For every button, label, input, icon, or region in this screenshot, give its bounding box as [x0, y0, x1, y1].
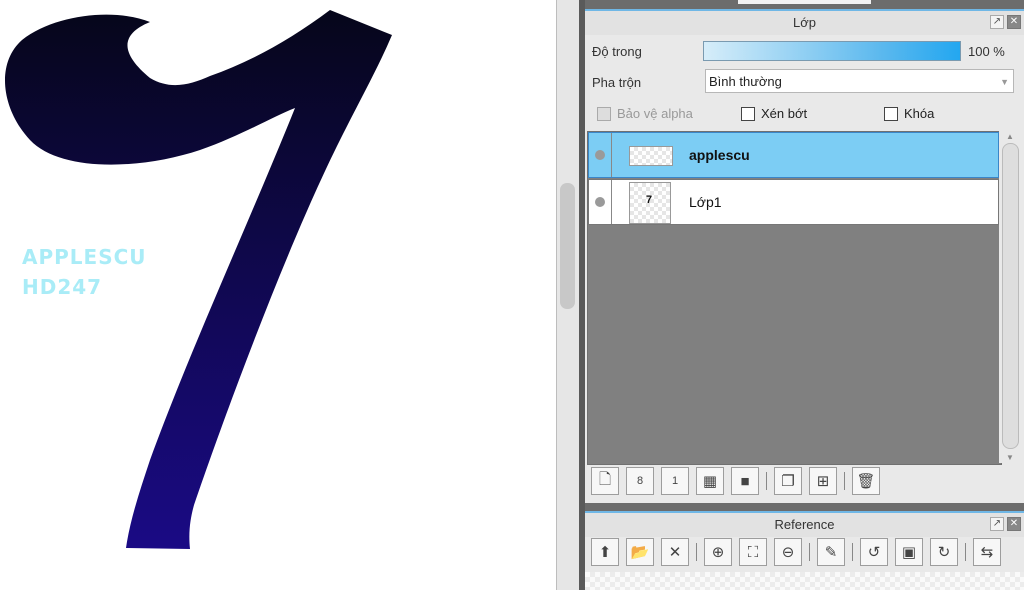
lock-label: Khóa: [904, 106, 935, 121]
rotate-left-icon[interactable]: ↺: [860, 538, 888, 566]
toolbar-separator: [766, 472, 767, 490]
layer-row-lop1[interactable]: 7 Lớp1: [588, 179, 999, 225]
merge-down-icon[interactable]: ⊞: [809, 467, 837, 495]
toolbar-separator: [809, 543, 810, 561]
scrollbar-thumb[interactable]: [1002, 143, 1019, 449]
close-icon[interactable]: ✕: [1007, 517, 1021, 531]
layer-list-scrollbar[interactable]: ▲ ▼: [999, 131, 1022, 463]
dock-tab[interactable]: [738, 0, 871, 4]
scroll-up-icon[interactable]: ▲: [1006, 132, 1014, 141]
actual-size-icon[interactable]: ▣: [895, 538, 923, 566]
protect-alpha-label: Bảo vệ alpha: [617, 106, 693, 121]
rotate-right-icon[interactable]: ↻: [930, 538, 958, 566]
chevron-down-icon: ▼: [1000, 77, 1009, 87]
layer-thumbnail: [629, 146, 673, 166]
watermark-line-1: APPLESCU: [22, 245, 147, 269]
duplicate-layer-icon[interactable]: ❐: [774, 467, 802, 495]
undock-icon[interactable]: ↗: [990, 15, 1004, 29]
layer-row-applescu[interactable]: applescu: [588, 132, 999, 178]
fit-screen-icon[interactable]: ⛶: [739, 538, 767, 566]
opacity-value: 100 %: [968, 44, 1005, 59]
close-icon[interactable]: ✕: [1007, 15, 1021, 29]
visibility-icon[interactable]: [595, 150, 605, 160]
protect-alpha-checkbox[interactable]: Bảo vệ alpha: [597, 106, 693, 121]
reference-panel-header: Reference ↗ ✕: [585, 511, 1024, 537]
row-divider: [611, 180, 612, 224]
reference-view[interactable]: [585, 572, 1024, 590]
delete-layer-icon[interactable]: 🗑: [852, 467, 880, 495]
layer-thumbnail: 7: [629, 182, 671, 224]
layer-name: Lớp1: [689, 194, 722, 210]
undock-icon[interactable]: ↗: [990, 517, 1004, 531]
canvas-scrollbar[interactable]: [556, 0, 580, 590]
reference-toolbar: ⬆ 📂 ✕ ⊕ ⛶ ⊖ ✎ ↺ ▣ ↻ ⇆: [591, 538, 1008, 566]
opacity-label: Độ trong: [592, 44, 642, 59]
close-reference-icon[interactable]: ✕: [661, 538, 689, 566]
checkbox-box: [884, 106, 898, 121]
zoom-out-icon[interactable]: ⊖: [774, 538, 802, 566]
checkbox-box: [597, 106, 611, 121]
toolbar-separator: [852, 543, 853, 561]
toolbar-separator: [844, 472, 845, 490]
blend-mode-select[interactable]: Bình thường ▼: [705, 69, 1014, 93]
toolbar-separator: [696, 543, 697, 561]
dock-top-strip: [585, 0, 1024, 9]
eyedropper-icon[interactable]: ✎: [817, 538, 845, 566]
new-halftone-layer-icon[interactable]: ▦: [696, 467, 724, 495]
watermark-line-2: HD247: [22, 275, 103, 299]
layer-panel-header: Lớp ↗ ✕: [585, 9, 1024, 35]
visibility-icon[interactable]: [595, 197, 605, 207]
clip-label: Xén bớt: [761, 106, 808, 121]
checkbox-box: [741, 106, 755, 121]
new-layer-icon[interactable]: 🗋: [591, 467, 619, 495]
lock-checkbox[interactable]: Khóa: [884, 106, 934, 121]
flip-horizontal-icon[interactable]: ⇆: [973, 538, 1001, 566]
layer-list: applescu 7 Lớp1: [587, 131, 1002, 465]
scrollbar-thumb[interactable]: [560, 183, 575, 309]
thumbnail-glyph: 7: [646, 194, 653, 206]
open-reference-icon[interactable]: 📂: [626, 538, 654, 566]
row-divider: [611, 133, 612, 177]
drawing-canvas[interactable]: APPLESCU HD247: [0, 0, 556, 590]
dock-separator: [585, 503, 1024, 511]
new-folder-icon[interactable]: ■: [731, 467, 759, 495]
layer-dock: Lớp ↗ ✕ Độ trong 100 % Pha trộn Bình thư…: [585, 0, 1024, 590]
reference-panel-title: Reference: [774, 517, 835, 532]
blend-mode-value: Bình thường: [709, 74, 782, 89]
new-8bit-layer-icon[interactable]: 8: [626, 467, 654, 495]
zoom-in-icon[interactable]: ⊕: [704, 538, 732, 566]
layer-panel-title: Lớp: [793, 15, 816, 30]
blend-mode-label: Pha trộn: [592, 75, 642, 90]
opacity-slider[interactable]: [703, 41, 961, 61]
load-reference-icon[interactable]: ⬆: [591, 538, 619, 566]
layer-toolbar: 🗋 8 1 ▦ ■ ❐ ⊞ 🗑: [591, 467, 887, 495]
layer-name: applescu: [689, 147, 750, 163]
toolbar-separator: [965, 543, 966, 561]
new-1bit-layer-icon[interactable]: 1: [661, 467, 689, 495]
clip-checkbox[interactable]: Xén bớt: [741, 106, 807, 121]
scroll-down-icon[interactable]: ▼: [1006, 453, 1014, 462]
